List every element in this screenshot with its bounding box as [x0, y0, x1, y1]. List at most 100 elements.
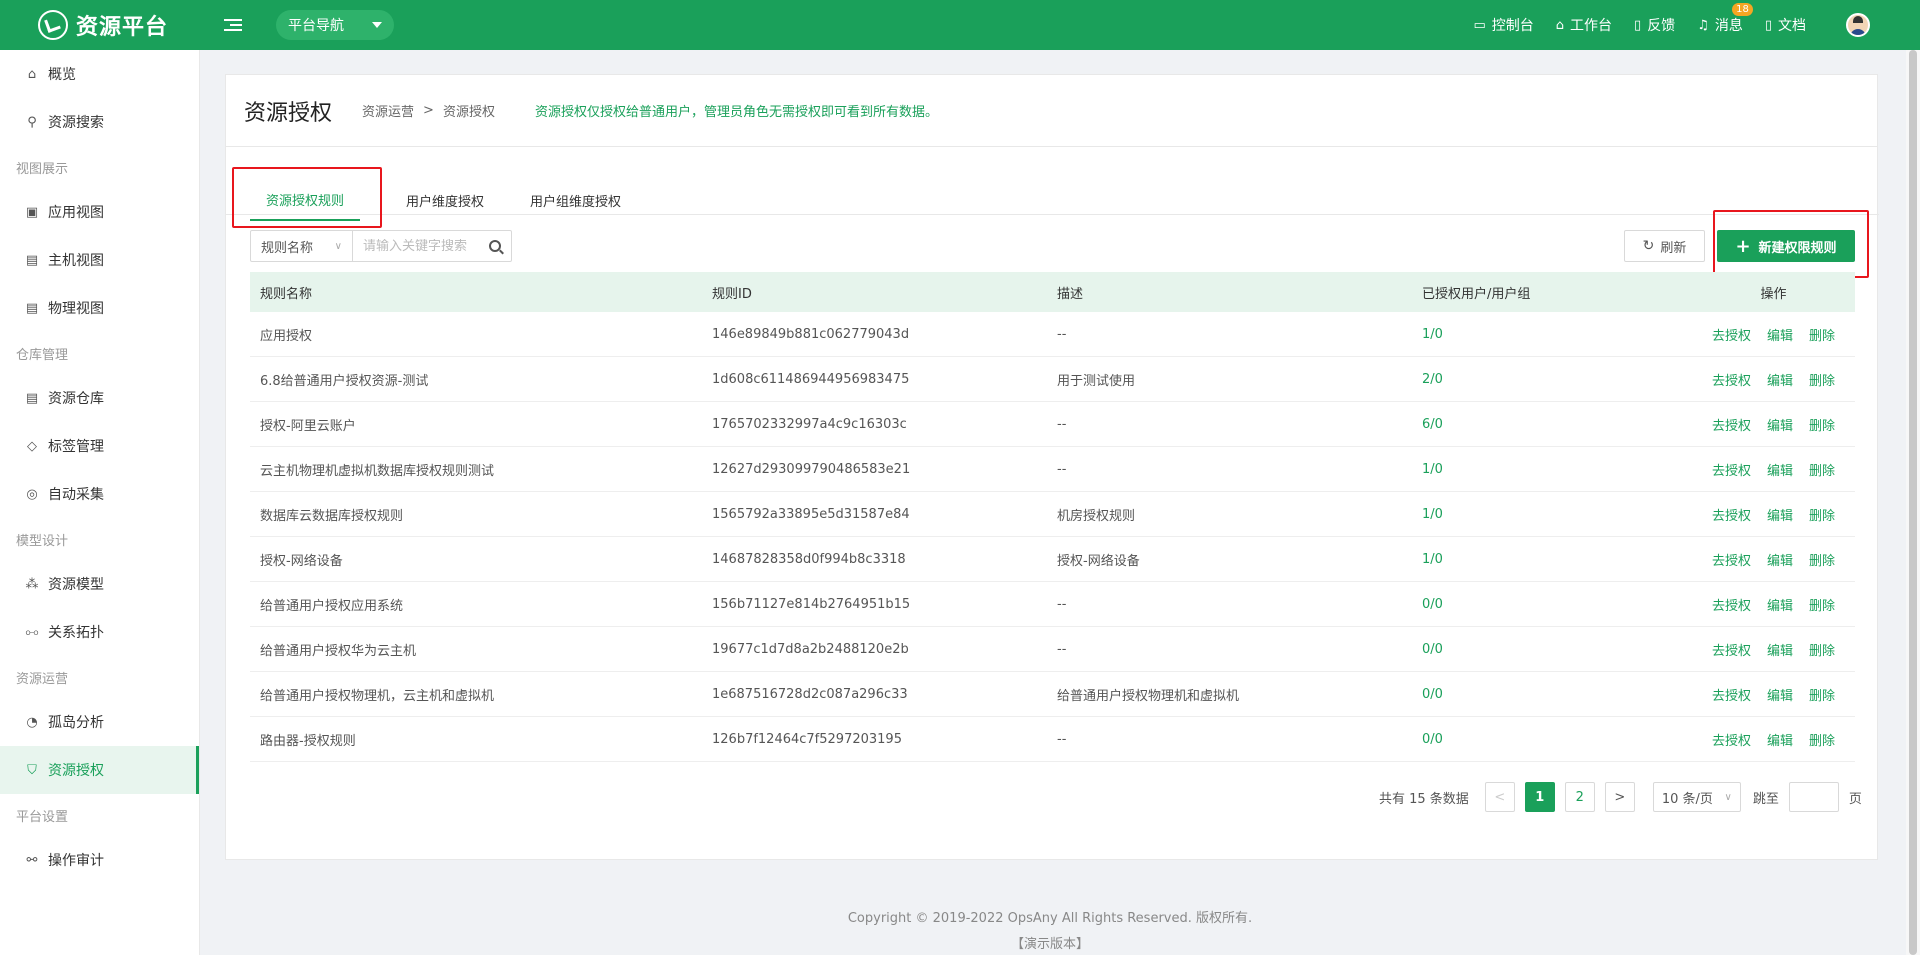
- authorize-link[interactable]: 去授权: [1712, 595, 1751, 614]
- tab-user-dimension[interactable]: 用户维度授权: [406, 179, 484, 221]
- rule-id-cell: 12627d293099790486583e21: [712, 461, 911, 477]
- tab-rules[interactable]: 资源授权规则: [250, 179, 361, 221]
- authorized-count-cell[interactable]: 0/0: [1422, 642, 1692, 657]
- authorized-count-cell[interactable]: 1/0: [1422, 552, 1692, 567]
- authorized-count-cell[interactable]: 6/0: [1422, 417, 1692, 432]
- tag-icon: ◇: [27, 438, 37, 454]
- authorize-link[interactable]: 去授权: [1712, 550, 1751, 569]
- sidebar-item-overview[interactable]: ⌂ 概览: [0, 50, 199, 98]
- page-button-2[interactable]: 2: [1564, 782, 1595, 812]
- edit-link[interactable]: 编辑: [1767, 730, 1793, 749]
- authorize-link[interactable]: 去授权: [1712, 505, 1751, 524]
- sidebar-item-auto-collect[interactable]: ◎ 自动采集: [0, 470, 199, 518]
- sidebar-item-app-view[interactable]: ▣ 应用视图: [0, 188, 199, 236]
- sidebar-item-auth[interactable]: ⛉ 资源授权: [0, 746, 199, 794]
- delete-link[interactable]: 删除: [1809, 685, 1835, 704]
- scrollbar[interactable]: [1906, 50, 1920, 955]
- new-rule-button[interactable]: + 新建权限规则: [1717, 230, 1855, 262]
- description-cell: 用于测试使用: [1057, 373, 1136, 389]
- edit-link[interactable]: 编辑: [1767, 595, 1793, 614]
- new-rule-label: 新建权限规则: [1758, 240, 1837, 256]
- delete-link[interactable]: 删除: [1809, 370, 1835, 389]
- workbench-link[interactable]: ⌂ 工作台: [1556, 15, 1612, 35]
- delete-link[interactable]: 删除: [1809, 550, 1835, 569]
- rule-name-cell: 路由器-授权规则: [260, 733, 356, 749]
- page-button-1[interactable]: 1: [1524, 782, 1555, 812]
- main-panel: 资源授权 资源运营 > 资源授权 资源授权仅授权给普通用户，管理员角色无需授权即…: [225, 74, 1879, 860]
- platform-nav-select[interactable]: 平台导航: [276, 10, 394, 40]
- filter-field-select[interactable]: 规则名称 ∨: [251, 231, 353, 261]
- page-size-select[interactable]: 10 条/页 ∨: [1652, 782, 1741, 812]
- sidebar-item-label: 资源仓库: [48, 391, 104, 407]
- search-input[interactable]: [363, 238, 478, 254]
- refresh-button[interactable]: ↻ 刷新: [1624, 230, 1705, 262]
- avatar[interactable]: [1846, 13, 1870, 37]
- delete-link[interactable]: 删除: [1809, 730, 1835, 749]
- tab-bar: 资源授权规则 用户维度授权 用户组维度授权: [250, 179, 667, 221]
- authorized-count-cell[interactable]: 0/0: [1422, 597, 1692, 612]
- delete-link[interactable]: 删除: [1809, 640, 1835, 659]
- sidebar-item-physical-view[interactable]: ▤ 物理视图: [0, 284, 199, 332]
- docs-link[interactable]: ▯ 文档: [1765, 15, 1806, 35]
- delete-link[interactable]: 删除: [1809, 460, 1835, 479]
- menu-toggle-icon[interactable]: [224, 16, 244, 34]
- authorized-count-cell[interactable]: 1/0: [1422, 462, 1692, 477]
- feedback-link[interactable]: ▯ 反馈: [1634, 15, 1675, 35]
- server-icon: ▤: [25, 300, 39, 316]
- description-cell: --: [1057, 326, 1067, 342]
- edit-link[interactable]: 编辑: [1767, 415, 1793, 434]
- page-header: 资源授权 资源运营 > 资源授权 资源授权仅授权给普通用户，管理员角色无需授权即…: [226, 75, 1877, 147]
- delete-link[interactable]: 删除: [1809, 325, 1835, 344]
- scrollbar-thumb[interactable]: [1909, 50, 1917, 955]
- authorize-link[interactable]: 去授权: [1712, 685, 1751, 704]
- authorize-link[interactable]: 去授权: [1712, 730, 1751, 749]
- prev-page-button[interactable]: <: [1484, 782, 1515, 812]
- sidebar-item-resource-warehouse[interactable]: ▤ 资源仓库: [0, 374, 199, 422]
- authorized-count-cell[interactable]: 1/0: [1422, 507, 1692, 522]
- edit-link[interactable]: 编辑: [1767, 505, 1793, 524]
- edit-link[interactable]: 编辑: [1767, 685, 1793, 704]
- sidebar-item-island[interactable]: ◔ 孤岛分析: [0, 698, 199, 746]
- authorized-count-cell[interactable]: 2/0: [1422, 372, 1692, 387]
- messages-link[interactable]: ♫ 消息 18: [1697, 3, 1753, 35]
- sidebar-item-topology[interactable]: ⧟ 关系拓扑: [0, 608, 199, 656]
- search-icon[interactable]: [489, 240, 501, 252]
- authorize-link[interactable]: 去授权: [1712, 370, 1751, 389]
- delete-link[interactable]: 删除: [1809, 505, 1835, 524]
- edit-link[interactable]: 编辑: [1767, 550, 1793, 569]
- docs-label: 文档: [1778, 18, 1806, 34]
- authorized-count-cell[interactable]: 0/0: [1422, 732, 1692, 747]
- authorize-link[interactable]: 去授权: [1712, 640, 1751, 659]
- edit-link[interactable]: 编辑: [1767, 370, 1793, 389]
- rule-name-cell: 6.8给普通用户授权资源-测试: [260, 373, 429, 389]
- sidebar-item-host-view[interactable]: ▤ 主机视图: [0, 236, 199, 284]
- messages-label: 消息: [1714, 18, 1743, 34]
- table-row: 给普通用户授权物理机，云主机和虚拟机 1e687516728d2c087a296c…: [250, 672, 1855, 717]
- next-page-button[interactable]: >: [1604, 782, 1635, 812]
- authorized-count-cell[interactable]: 0/0: [1422, 687, 1692, 702]
- column-header: 规则名称: [260, 286, 313, 302]
- footer: Copyright © 2019-2022 OpsAny All Rights …: [200, 906, 1900, 955]
- edit-link[interactable]: 编辑: [1767, 640, 1793, 659]
- authorize-link[interactable]: 去授权: [1712, 325, 1751, 344]
- platform-nav-label: 平台导航: [288, 18, 344, 34]
- authorize-link[interactable]: 去授权: [1712, 415, 1751, 434]
- tab-group-dimension[interactable]: 用户组维度授权: [530, 179, 621, 221]
- logo-icon: [38, 10, 68, 40]
- console-link[interactable]: ▭ 控制台: [1473, 15, 1533, 35]
- authorized-count-cell[interactable]: 1/0: [1422, 327, 1692, 342]
- breadcrumb-item[interactable]: 资源运营: [362, 101, 414, 120]
- sidebar-item-search[interactable]: ⚲ 资源搜索: [0, 98, 199, 146]
- logo[interactable]: 资源平台: [0, 9, 200, 41]
- delete-link[interactable]: 删除: [1809, 595, 1835, 614]
- jump-page-input[interactable]: [1788, 782, 1839, 812]
- edit-link[interactable]: 编辑: [1767, 460, 1793, 479]
- sidebar-item-resource-model[interactable]: ⁂ 资源模型: [0, 560, 199, 608]
- sidebar-item-audit[interactable]: ⚯ 操作审计: [0, 836, 199, 884]
- delete-link[interactable]: 删除: [1809, 415, 1835, 434]
- edit-link[interactable]: 编辑: [1767, 325, 1793, 344]
- top-bar: 资源平台 平台导航 ▭ 控制台 ⌂ 工作台 ▯ 反馈 ♫ 消息 18 ▯ 文档: [0, 0, 1920, 50]
- authorize-link[interactable]: 去授权: [1712, 460, 1751, 479]
- sidebar-item-tag-mgmt[interactable]: ◇ 标签管理: [0, 422, 199, 470]
- copyright-text: Copyright © 2019-2022 OpsAny All Rights …: [847, 911, 1253, 926]
